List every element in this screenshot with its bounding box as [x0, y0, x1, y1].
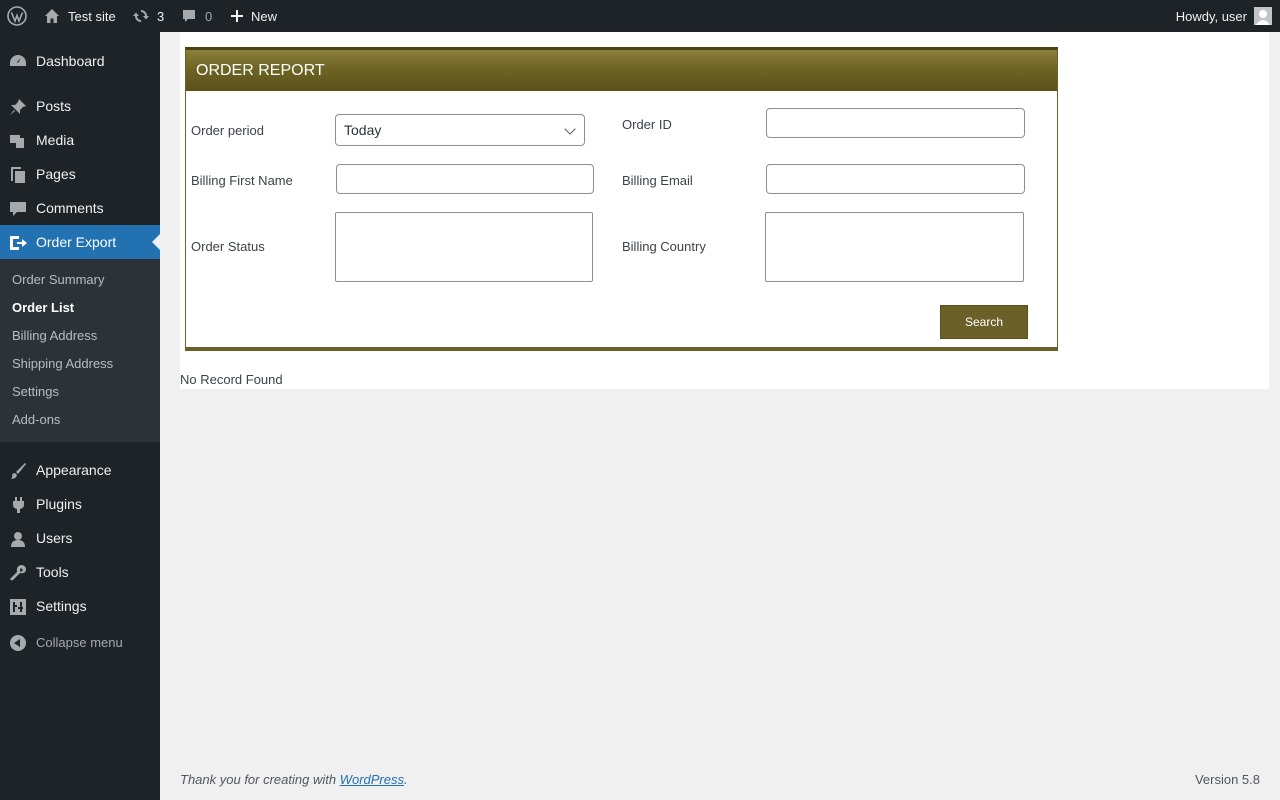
menu-label: Pages — [36, 166, 76, 182]
menu-media[interactable]: Media — [0, 123, 160, 157]
comments-link[interactable]: 0 — [181, 0, 212, 32]
menu-dashboard[interactable]: Dashboard — [0, 44, 160, 78]
menu-label: Posts — [36, 98, 72, 114]
submenu-settings[interactable]: Settings — [12, 384, 59, 399]
menu-tools[interactable]: Tools — [0, 555, 160, 589]
menu-label: Users — [36, 530, 73, 546]
footer-thanks-prefix: Thank you for creating with — [180, 772, 340, 787]
footer-thanks-suffix: . — [404, 772, 408, 787]
menu-label: Settings — [36, 598, 87, 614]
comment-bubble-icon — [183, 10, 195, 22]
order-status-multiselect[interactable] — [335, 212, 593, 282]
menu-label: Appearance — [36, 462, 112, 478]
order-period-value: Today — [344, 122, 382, 138]
site-name-label: Test site — [68, 8, 116, 24]
menu-appearance[interactable]: Appearance — [0, 453, 160, 487]
pin-icon — [9, 98, 27, 116]
admin-sidebar: Dashboard Posts Media Pages Comments Ord… — [0, 32, 160, 800]
menu-label: Tools — [36, 564, 69, 580]
media-icon — [9, 132, 27, 150]
billing-country-multiselect[interactable] — [765, 212, 1024, 282]
howdy-text: Howdy, user — [1175, 8, 1247, 24]
menu-plugins[interactable]: Plugins — [0, 487, 160, 521]
order-id-label: Order ID — [622, 117, 672, 132]
menu-label: Media — [36, 132, 75, 148]
billing-email-input[interactable] — [766, 164, 1025, 194]
billing-first-name-label: Billing First Name — [191, 173, 293, 188]
plug-icon — [9, 496, 27, 514]
menu-label: Plugins — [36, 496, 82, 512]
order-export-submenu: Order Summary Order List Billing Address… — [0, 259, 160, 442]
comment-icon — [9, 200, 27, 218]
new-label: New — [251, 8, 278, 24]
billing-email-label: Billing Email — [622, 173, 693, 188]
collapse-icon — [10, 635, 26, 651]
pages-icon — [9, 166, 27, 184]
brush-icon — [9, 462, 27, 480]
wordpress-logo-icon[interactable] — [7, 0, 29, 32]
order-report-panel: ORDER REPORT Order period Today Order ID… — [185, 47, 1058, 351]
footer-thanks: Thank you for creating with WordPress. — [180, 772, 408, 787]
menu-label: Dashboard — [36, 53, 105, 69]
order-period-label: Order period — [191, 123, 264, 138]
updates-count: 3 — [157, 8, 165, 24]
menu-order-export[interactable]: Order Export — [0, 225, 160, 259]
account-menu[interactable]: Howdy, user — [1176, 0, 1272, 32]
menu-pages[interactable]: Pages — [0, 157, 160, 191]
billing-country-label: Billing Country — [622, 239, 706, 254]
footer-version: Version 5.8 — [1194, 772, 1260, 787]
menu-label: Order Export — [36, 234, 117, 250]
home-icon — [45, 9, 59, 23]
new-content-link[interactable]: New — [231, 0, 277, 32]
dashboard-icon — [9, 53, 27, 71]
plus-icon — [231, 10, 243, 22]
wrench-icon — [9, 564, 27, 582]
report-title: ORDER REPORT — [186, 50, 1057, 91]
order-period-select[interactable]: Today — [335, 114, 585, 146]
submenu-shipping-address[interactable]: Shipping Address — [12, 356, 113, 371]
chevron-down-icon — [564, 123, 576, 135]
search-button[interactable]: Search — [940, 305, 1028, 339]
order-id-input[interactable] — [766, 108, 1025, 138]
menu-settings[interactable]: Settings — [0, 589, 160, 623]
menu-comments[interactable]: Comments — [0, 191, 160, 225]
collapse-menu-button[interactable]: Collapse menu — [0, 626, 160, 660]
menu-posts[interactable]: Posts — [0, 89, 160, 123]
admin-bar: Test site 3 0 New Howdy, user — [0, 0, 1280, 32]
submenu-billing-address[interactable]: Billing Address — [12, 328, 97, 343]
submenu-order-list[interactable]: Order List — [12, 300, 74, 315]
comments-count: 0 — [205, 8, 213, 24]
updates-icon — [133, 10, 149, 22]
no-record-message: No Record Found — [180, 372, 283, 387]
user-icon — [9, 530, 27, 548]
billing-first-name-input[interactable] — [336, 164, 594, 194]
wordpress-link[interactable]: WordPress — [340, 772, 404, 787]
order-status-label: Order Status — [191, 239, 265, 254]
menu-label: Comments — [36, 200, 104, 216]
collapse-label: Collapse menu — [36, 635, 123, 650]
submenu-add-ons[interactable]: Add-ons — [12, 412, 60, 427]
updates-link[interactable]: 3 — [133, 0, 164, 32]
sliders-icon — [9, 598, 27, 616]
site-name-link[interactable]: Test site — [44, 0, 116, 32]
menu-users[interactable]: Users — [0, 521, 160, 555]
avatar — [1254, 7, 1272, 25]
current-menu-arrow — [152, 234, 160, 250]
export-icon — [9, 234, 27, 252]
submenu-order-summary[interactable]: Order Summary — [12, 272, 104, 287]
